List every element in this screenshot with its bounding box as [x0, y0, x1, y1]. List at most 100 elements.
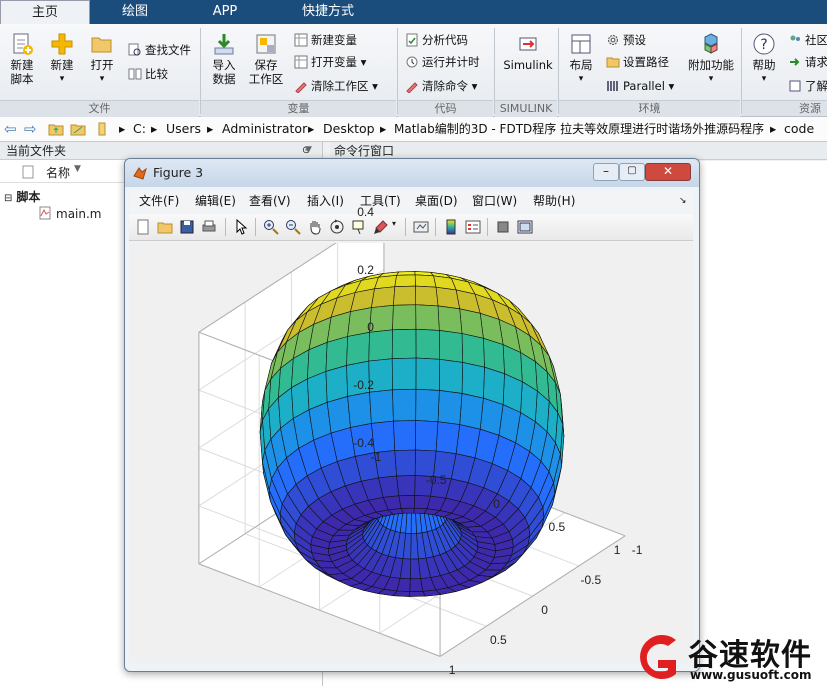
preferences-button[interactable]: 预设 [606, 32, 646, 48]
x-tick-label: 0 [493, 496, 500, 511]
analyze-code-icon [406, 33, 418, 47]
new-script-button[interactable]: 新建 脚本 [4, 32, 40, 86]
help-button[interactable]: ? 帮助 ▾ [746, 32, 782, 86]
collapse-icon[interactable]: ⊟ [4, 193, 12, 204]
import-data-icon [214, 34, 234, 55]
z-tick-label: 0.4 [357, 204, 374, 219]
clear-commands-button[interactable]: 清除命令 ▾ [405, 78, 477, 94]
compare-button[interactable]: 比较 [128, 66, 168, 82]
menu-file[interactable]: 文件(F) [139, 191, 179, 211]
browse-folder-icon[interactable] [70, 121, 86, 137]
save-workspace-button[interactable]: 保存 工作区 [246, 32, 286, 86]
set-path-label: 设置路径 [623, 55, 669, 69]
show-plot-tools-icon[interactable] [517, 219, 533, 235]
up-folder-icon[interactable] [48, 121, 64, 137]
figure-title-bar[interactable]: Figure 3 – ▢ ✕ [125, 159, 699, 187]
forward-arrow-icon[interactable]: ⇨ [24, 117, 37, 141]
rotate-3d-icon[interactable] [329, 219, 345, 235]
new-button[interactable]: 新建 ▾ [44, 32, 80, 86]
z-tick-label: 0 [367, 320, 374, 335]
breadcrumb-c-drive[interactable]: C: [133, 117, 146, 141]
root-folder-icon [98, 122, 106, 136]
torus-surface-plot[interactable] [129, 243, 693, 663]
tab-apps[interactable]: APP [180, 0, 270, 24]
back-arrow-icon[interactable]: ⇦ [4, 117, 17, 141]
data-cursor-icon[interactable] [351, 219, 367, 235]
menu-window[interactable]: 窗口(W) [472, 191, 517, 211]
surface-patch [415, 304, 440, 331]
matlab-logo-icon [133, 167, 147, 180]
breadcrumb-separator: ▸ [151, 121, 158, 136]
menu-view[interactable]: 查看(V) [249, 191, 291, 211]
open-file-icon[interactable] [157, 219, 173, 235]
maximize-button[interactable]: ▢ [619, 163, 645, 181]
toolbar-separator [487, 218, 488, 236]
figure-canvas[interactable]: 0.4 0.2 0 -0.2 -0.4 1 0.5 0 -0.5 -1 -1 -0.5 0 0.5 1 [129, 205, 693, 677]
menu-edit[interactable]: 编辑(E) [195, 191, 236, 211]
new-figure-icon[interactable] [135, 219, 151, 235]
watermark-url: www.gusuoft.com [690, 668, 812, 682]
save-icon[interactable] [179, 219, 195, 235]
surface-patch [459, 393, 484, 430]
run-and-time-button[interactable]: 运行并计时 [405, 54, 480, 70]
ribbon-toolstrip: 新建 脚本 新建 ▾ 打开 ▾ 查找文件 比较 文件 导入 数据 保存 工作区 … [0, 24, 827, 117]
sort-arrow-icon[interactable]: ▼ [74, 164, 81, 174]
zoom-out-icon[interactable] [285, 219, 301, 235]
menu-help[interactable]: 帮助(H) [533, 191, 575, 211]
figure-window[interactable]: Figure 3 – ▢ ✕ 文件(F) 编辑(E) 查看(V) 插入(I) 工… [124, 158, 700, 677]
breadcrumb-administrator[interactable]: Administrator [222, 117, 307, 141]
m-file-icon [39, 206, 51, 220]
print-icon[interactable] [201, 219, 217, 235]
community-button[interactable]: 社区 [788, 32, 827, 48]
new-variable-label: 新建变量 [311, 33, 357, 47]
panel-dropdown-icon[interactable]: ▼ [305, 145, 312, 155]
tab-plots[interactable]: 绘图 [90, 0, 180, 24]
name-column-header[interactable]: 名称 [46, 164, 70, 181]
surface-patch [435, 286, 461, 310]
breadcrumb-users[interactable]: Users [166, 117, 201, 141]
scripts-group[interactable]: ⊟ 脚本 [4, 188, 40, 205]
analyze-code-button[interactable]: 分析代码 [405, 32, 468, 48]
addons-button[interactable]: 附加功能 ▾ [688, 32, 734, 86]
link-plot-icon[interactable] [413, 219, 429, 235]
tab-home[interactable]: 主页 [0, 0, 90, 25]
breadcrumb-desktop[interactable]: Desktop [323, 117, 375, 141]
find-files-button[interactable]: 查找文件 [128, 42, 191, 58]
breadcrumb-separator: ▸ [207, 121, 214, 136]
watermark: 谷速软件 www.gusuoft.com [628, 628, 827, 686]
zoom-in-icon[interactable] [263, 219, 279, 235]
main-tab-bar: 主页 绘图 APP 快捷方式 [0, 0, 827, 25]
parallel-button[interactable]: Parallel ▾ [606, 78, 674, 94]
x-tick-label: 1 [613, 542, 621, 557]
import-data-label: 导入 数据 [212, 58, 236, 86]
clear-workspace-button[interactable]: 清除工作区 ▾ [294, 78, 378, 94]
colorbar-icon[interactable] [443, 219, 459, 235]
menu-desktop[interactable]: 桌面(D) [415, 191, 458, 211]
set-path-button[interactable]: 设置路径 [606, 54, 669, 70]
import-data-button[interactable]: 导入 数据 [206, 32, 242, 86]
simulink-button[interactable]: Simulink [500, 32, 556, 72]
pan-hand-icon[interactable] [307, 219, 323, 235]
breadcrumb-code[interactable]: code [784, 117, 814, 141]
open-variable-button[interactable]: 打开变量 ▾ [294, 54, 366, 70]
x-tick-label: -0.5 [425, 473, 447, 488]
dock-arrow-icon[interactable]: ↘ [679, 191, 687, 211]
learn-button[interactable]: 了解 [788, 78, 827, 94]
breadcrumb-project-folder[interactable]: Matlab编制的3D - FDTD程序 拉夫等效原理进行时谐场外推源码程序 [394, 117, 764, 141]
open-button[interactable]: 打开 ▾ [84, 32, 120, 86]
new-variable-button[interactable]: 新建变量 [294, 32, 357, 48]
close-button[interactable]: ✕ [645, 163, 691, 181]
layout-button[interactable]: 布局 ▾ [564, 32, 598, 86]
brush-icon[interactable] [373, 219, 389, 235]
file-item-main-m[interactable]: main.m [38, 206, 102, 221]
surface-patch [368, 329, 393, 362]
addons-icon [704, 33, 718, 54]
brush-dropdown-icon[interactable]: ▾ [392, 219, 396, 228]
tab-shortcuts[interactable]: 快捷方式 [270, 0, 386, 24]
minimize-button[interactable]: – [593, 163, 619, 181]
hide-plot-tools-icon[interactable] [495, 219, 511, 235]
menu-insert[interactable]: 插入(I) [307, 191, 344, 211]
legend-icon[interactable] [465, 219, 481, 235]
pointer-icon[interactable] [233, 219, 249, 235]
request-support-button[interactable]: 请求 [788, 54, 827, 70]
